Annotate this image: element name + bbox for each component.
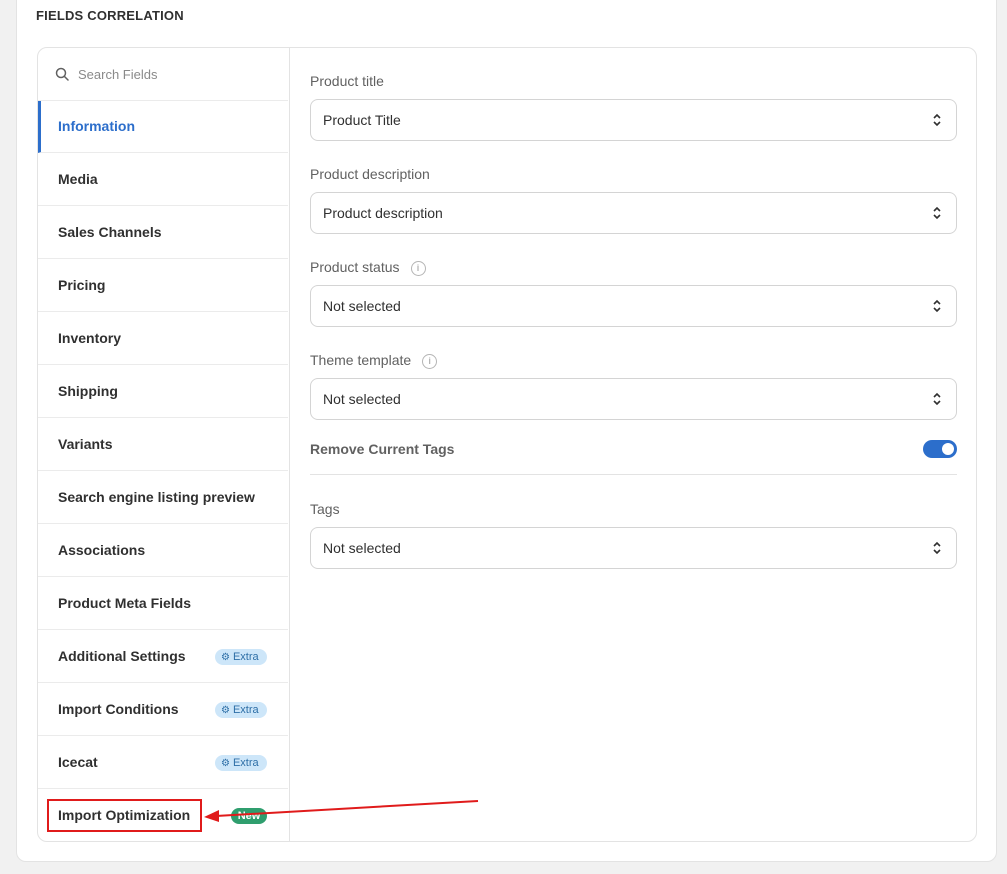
annotation-arrow-icon [204,800,479,822]
